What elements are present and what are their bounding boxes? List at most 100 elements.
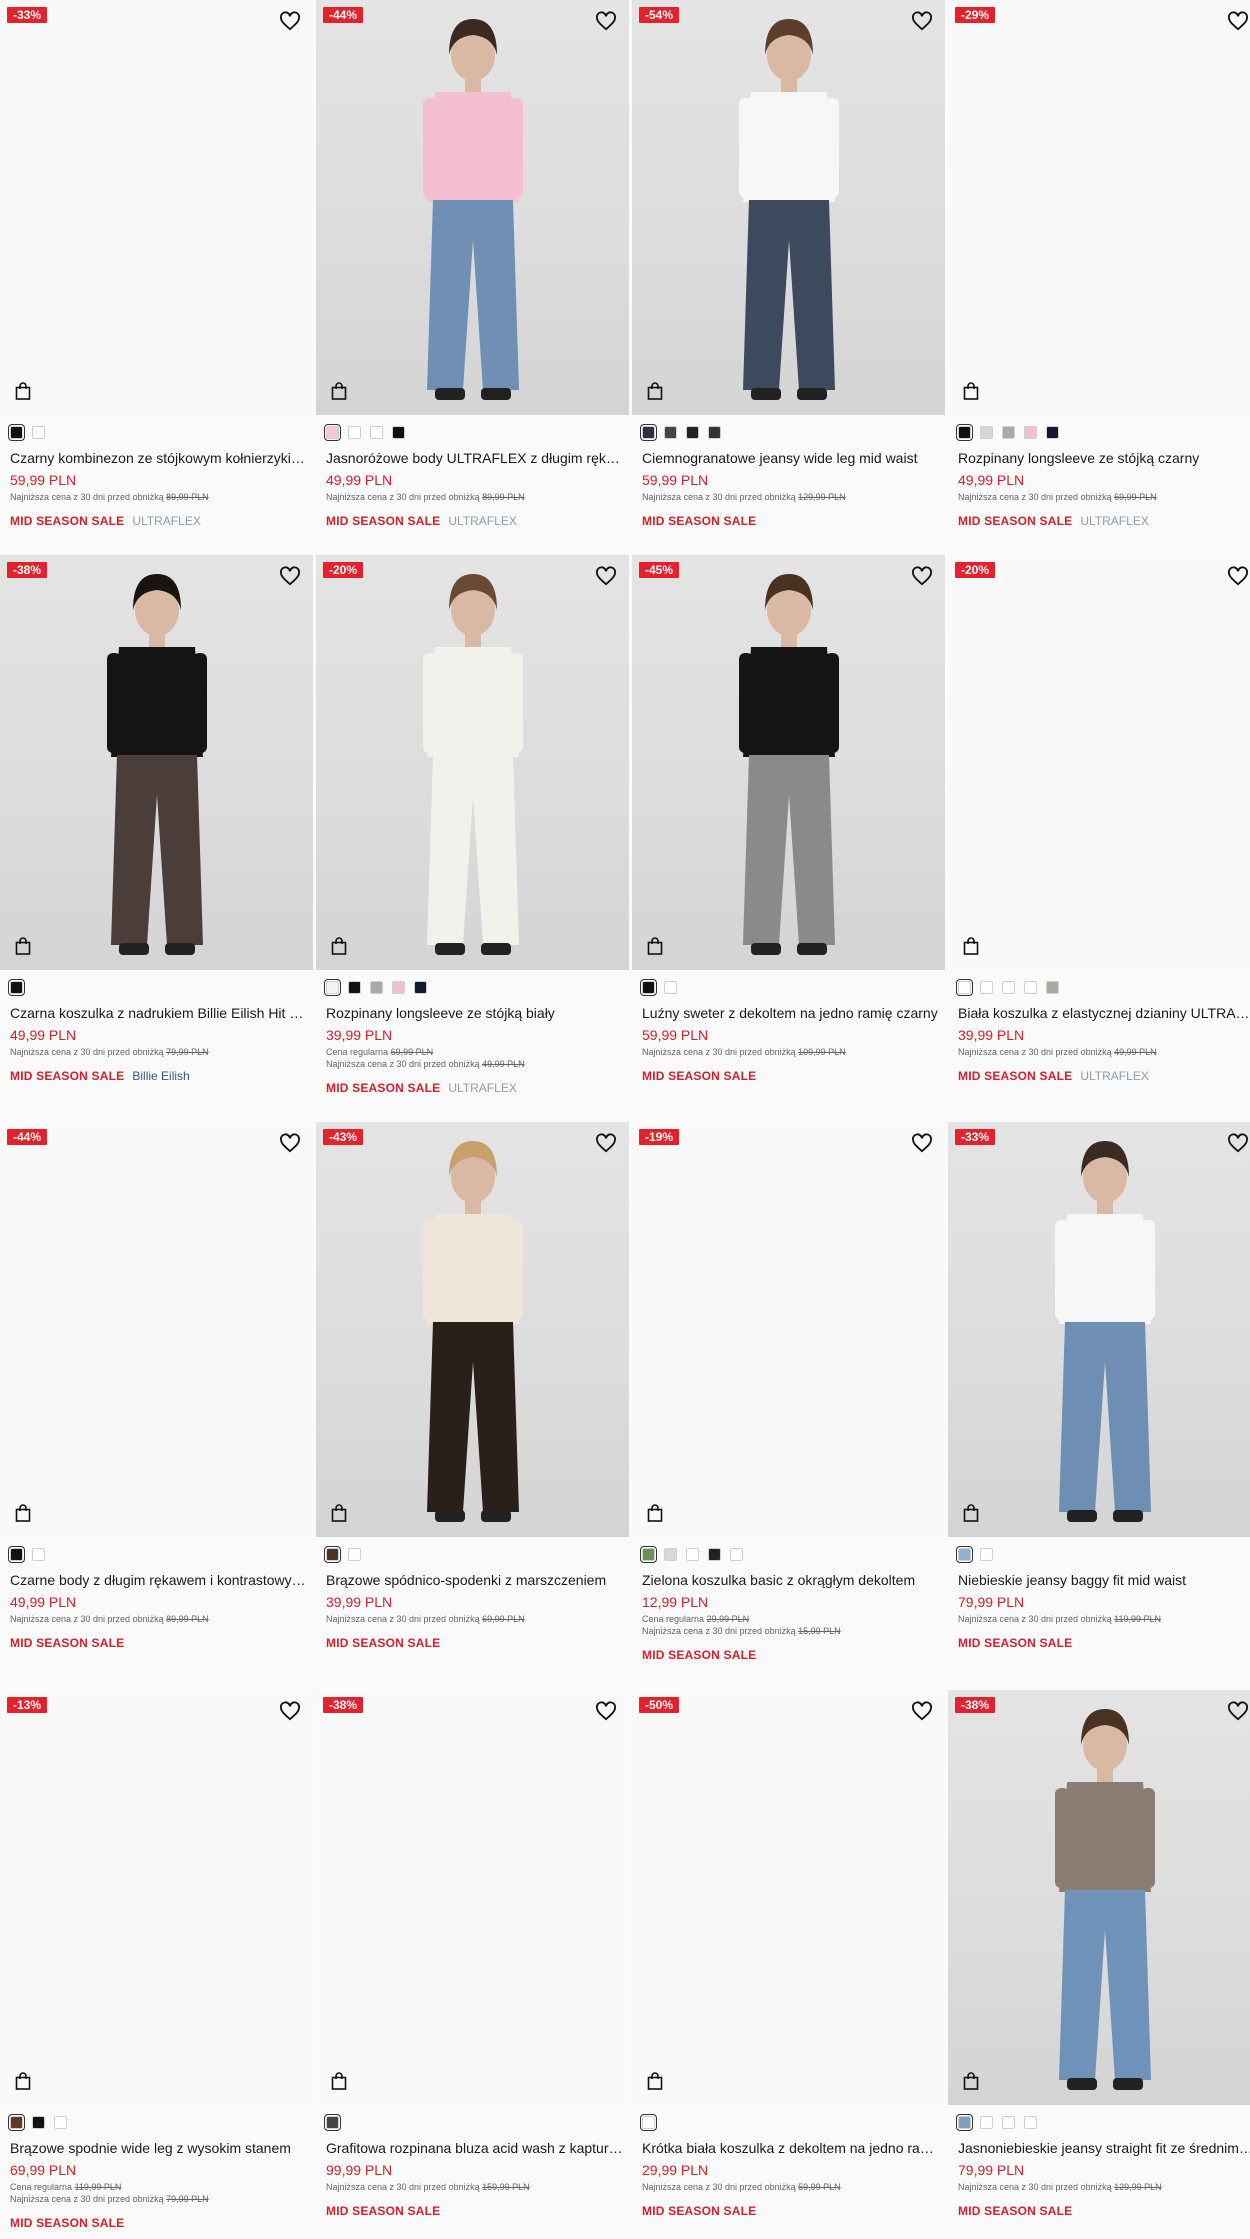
color-swatch[interactable]: [640, 1546, 657, 1563]
color-swatch[interactable]: [686, 426, 699, 439]
shopping-bag-icon[interactable]: [647, 1504, 663, 1522]
product-image[interactable]: -33%: [0, 0, 313, 415]
product-image[interactable]: -43%: [316, 1122, 629, 1537]
product-card[interactable]: -38% Czarna koszulka z nadrukiem Billie E…: [0, 555, 313, 1100]
color-swatch[interactable]: [956, 979, 973, 996]
heart-icon[interactable]: [1227, 566, 1249, 586]
product-name[interactable]: Czarny kombinezon ze stójkowym kołnierzy…: [10, 449, 308, 467]
product-card[interactable]: -44% Jasnoróżowe body ULTRAFLEX z długim …: [316, 0, 629, 545]
heart-icon[interactable]: [279, 1133, 301, 1153]
color-swatch[interactable]: [956, 424, 973, 441]
product-image[interactable]: -38%: [948, 1690, 1250, 2105]
product-card[interactable]: -43% Brązowe spódnico-spodenki z marszcze…: [316, 1122, 629, 1667]
color-swatch[interactable]: [1024, 426, 1037, 439]
product-image[interactable]: -45%: [632, 555, 945, 970]
product-card[interactable]: -13% Brązowe spodnie wide leg z wysokim s…: [0, 1690, 313, 2235]
color-swatch[interactable]: [1002, 981, 1015, 994]
color-swatch[interactable]: [640, 979, 657, 996]
product-card[interactable]: -33% Niebieskie jeansy baggy fit mid wais…: [948, 1122, 1250, 1667]
product-name[interactable]: Biała koszulka z elastycznej dzianiny UL…: [958, 1004, 1250, 1022]
color-swatch[interactable]: [8, 2114, 25, 2131]
color-swatch[interactable]: [348, 426, 361, 439]
product-image[interactable]: -13%: [0, 1690, 313, 2105]
color-swatch[interactable]: [370, 426, 383, 439]
color-swatch[interactable]: [664, 1548, 677, 1561]
product-image[interactable]: -19%: [632, 1122, 945, 1537]
shopping-bag-icon[interactable]: [331, 2072, 347, 2090]
product-card[interactable]: -20% Biała koszulka z elastycznej dzianin…: [948, 555, 1250, 1100]
color-swatch[interactable]: [1024, 981, 1037, 994]
shopping-bag-icon[interactable]: [331, 382, 347, 400]
heart-icon[interactable]: [279, 1701, 301, 1721]
shopping-bag-icon[interactable]: [963, 937, 979, 955]
color-swatch[interactable]: [370, 981, 383, 994]
product-card[interactable]: -38% Jasnoniebieskie jeansy straight fit …: [948, 1690, 1250, 2235]
product-name[interactable]: Czarna koszulka z nadrukiem Billie Eilis…: [10, 1004, 308, 1022]
shopping-bag-icon[interactable]: [647, 382, 663, 400]
product-image[interactable]: -38%: [316, 1690, 629, 2105]
product-name[interactable]: Czarne body z długim rękawem i kontrasto…: [10, 1571, 308, 1589]
heart-icon[interactable]: [1227, 1133, 1249, 1153]
color-swatch[interactable]: [980, 1548, 993, 1561]
brand-tag[interactable]: ULTRAFLEX: [448, 514, 516, 528]
shopping-bag-icon[interactable]: [963, 2072, 979, 2090]
brand-tag[interactable]: ULTRAFLEX: [132, 514, 200, 528]
shopping-bag-icon[interactable]: [331, 937, 347, 955]
product-card[interactable]: -20% Rozpinany longsleeve ze stójką biały…: [316, 555, 629, 1100]
product-name[interactable]: Grafitowa rozpinana bluza acid wash z ka…: [326, 2139, 624, 2157]
product-card[interactable]: -50% Krótka biała koszulka z dekoltem na …: [632, 1690, 945, 2235]
heart-icon[interactable]: [279, 11, 301, 31]
color-swatch[interactable]: [324, 1546, 341, 1563]
product-card[interactable]: -44% Czarne body z długim rękawem i kontr…: [0, 1122, 313, 1667]
product-card[interactable]: -38% Grafitowa rozpinana bluza acid wash …: [316, 1690, 629, 2235]
color-swatch[interactable]: [392, 426, 405, 439]
product-name[interactable]: Rozpinany longsleeve ze stójką biały: [326, 1004, 624, 1022]
color-swatch[interactable]: [8, 1546, 25, 1563]
color-swatch[interactable]: [8, 424, 25, 441]
color-swatch[interactable]: [1046, 981, 1059, 994]
product-name[interactable]: Brązowe spódnico-spodenki z marszczeniem: [326, 1571, 624, 1589]
color-swatch[interactable]: [980, 981, 993, 994]
shopping-bag-icon[interactable]: [647, 937, 663, 955]
brand-tag[interactable]: ULTRAFLEX: [1080, 1069, 1148, 1083]
color-swatch[interactable]: [730, 1548, 743, 1561]
product-name[interactable]: Niebieskie jeansy baggy fit mid waist: [958, 1571, 1250, 1589]
color-swatch[interactable]: [686, 1548, 699, 1561]
color-swatch[interactable]: [392, 981, 405, 994]
product-name[interactable]: Jasnoniebieskie jeansy straight fit ze ś…: [958, 2139, 1250, 2157]
color-swatch[interactable]: [324, 2114, 341, 2131]
color-swatch[interactable]: [348, 981, 361, 994]
color-swatch[interactable]: [54, 2116, 67, 2129]
product-card[interactable]: -54% Ciemnogranatowe jeansy wide leg mid …: [632, 0, 945, 545]
product-card[interactable]: -33% Czarny kombinezon ze stójkowym kołni…: [0, 0, 313, 545]
product-name[interactable]: Luźny sweter z dekoltem na jedno ramię c…: [642, 1004, 940, 1022]
product-card[interactable]: -45% Luźny sweter z dekoltem na jedno ram…: [632, 555, 945, 1100]
product-image[interactable]: -44%: [0, 1122, 313, 1537]
product-name[interactable]: Zielona koszulka basic z okrągłym dekolt…: [642, 1571, 940, 1589]
heart-icon[interactable]: [595, 1701, 617, 1721]
color-swatch[interactable]: [664, 426, 677, 439]
color-swatch[interactable]: [980, 2116, 993, 2129]
color-swatch[interactable]: [956, 2114, 973, 2131]
brand-tag[interactable]: Billie Eilish: [132, 1069, 189, 1083]
color-swatch[interactable]: [640, 424, 657, 441]
heart-icon[interactable]: [595, 11, 617, 31]
color-swatch[interactable]: [980, 426, 993, 439]
shopping-bag-icon[interactable]: [15, 2072, 31, 2090]
product-image[interactable]: -44%: [316, 0, 629, 415]
product-card[interactable]: -29% Rozpinany longsleeve ze stójką czarn…: [948, 0, 1250, 545]
shopping-bag-icon[interactable]: [331, 1504, 347, 1522]
color-swatch[interactable]: [708, 1548, 721, 1561]
product-image[interactable]: -38%: [0, 555, 313, 970]
color-swatch[interactable]: [708, 426, 721, 439]
brand-tag[interactable]: ULTRAFLEX: [448, 1081, 516, 1095]
shopping-bag-icon[interactable]: [15, 937, 31, 955]
product-name[interactable]: Rozpinany longsleeve ze stójką czarny: [958, 449, 1250, 467]
shopping-bag-icon[interactable]: [15, 1504, 31, 1522]
heart-icon[interactable]: [595, 566, 617, 586]
heart-icon[interactable]: [911, 11, 933, 31]
color-swatch[interactable]: [664, 981, 677, 994]
heart-icon[interactable]: [279, 566, 301, 586]
shopping-bag-icon[interactable]: [963, 382, 979, 400]
heart-icon[interactable]: [911, 1133, 933, 1153]
